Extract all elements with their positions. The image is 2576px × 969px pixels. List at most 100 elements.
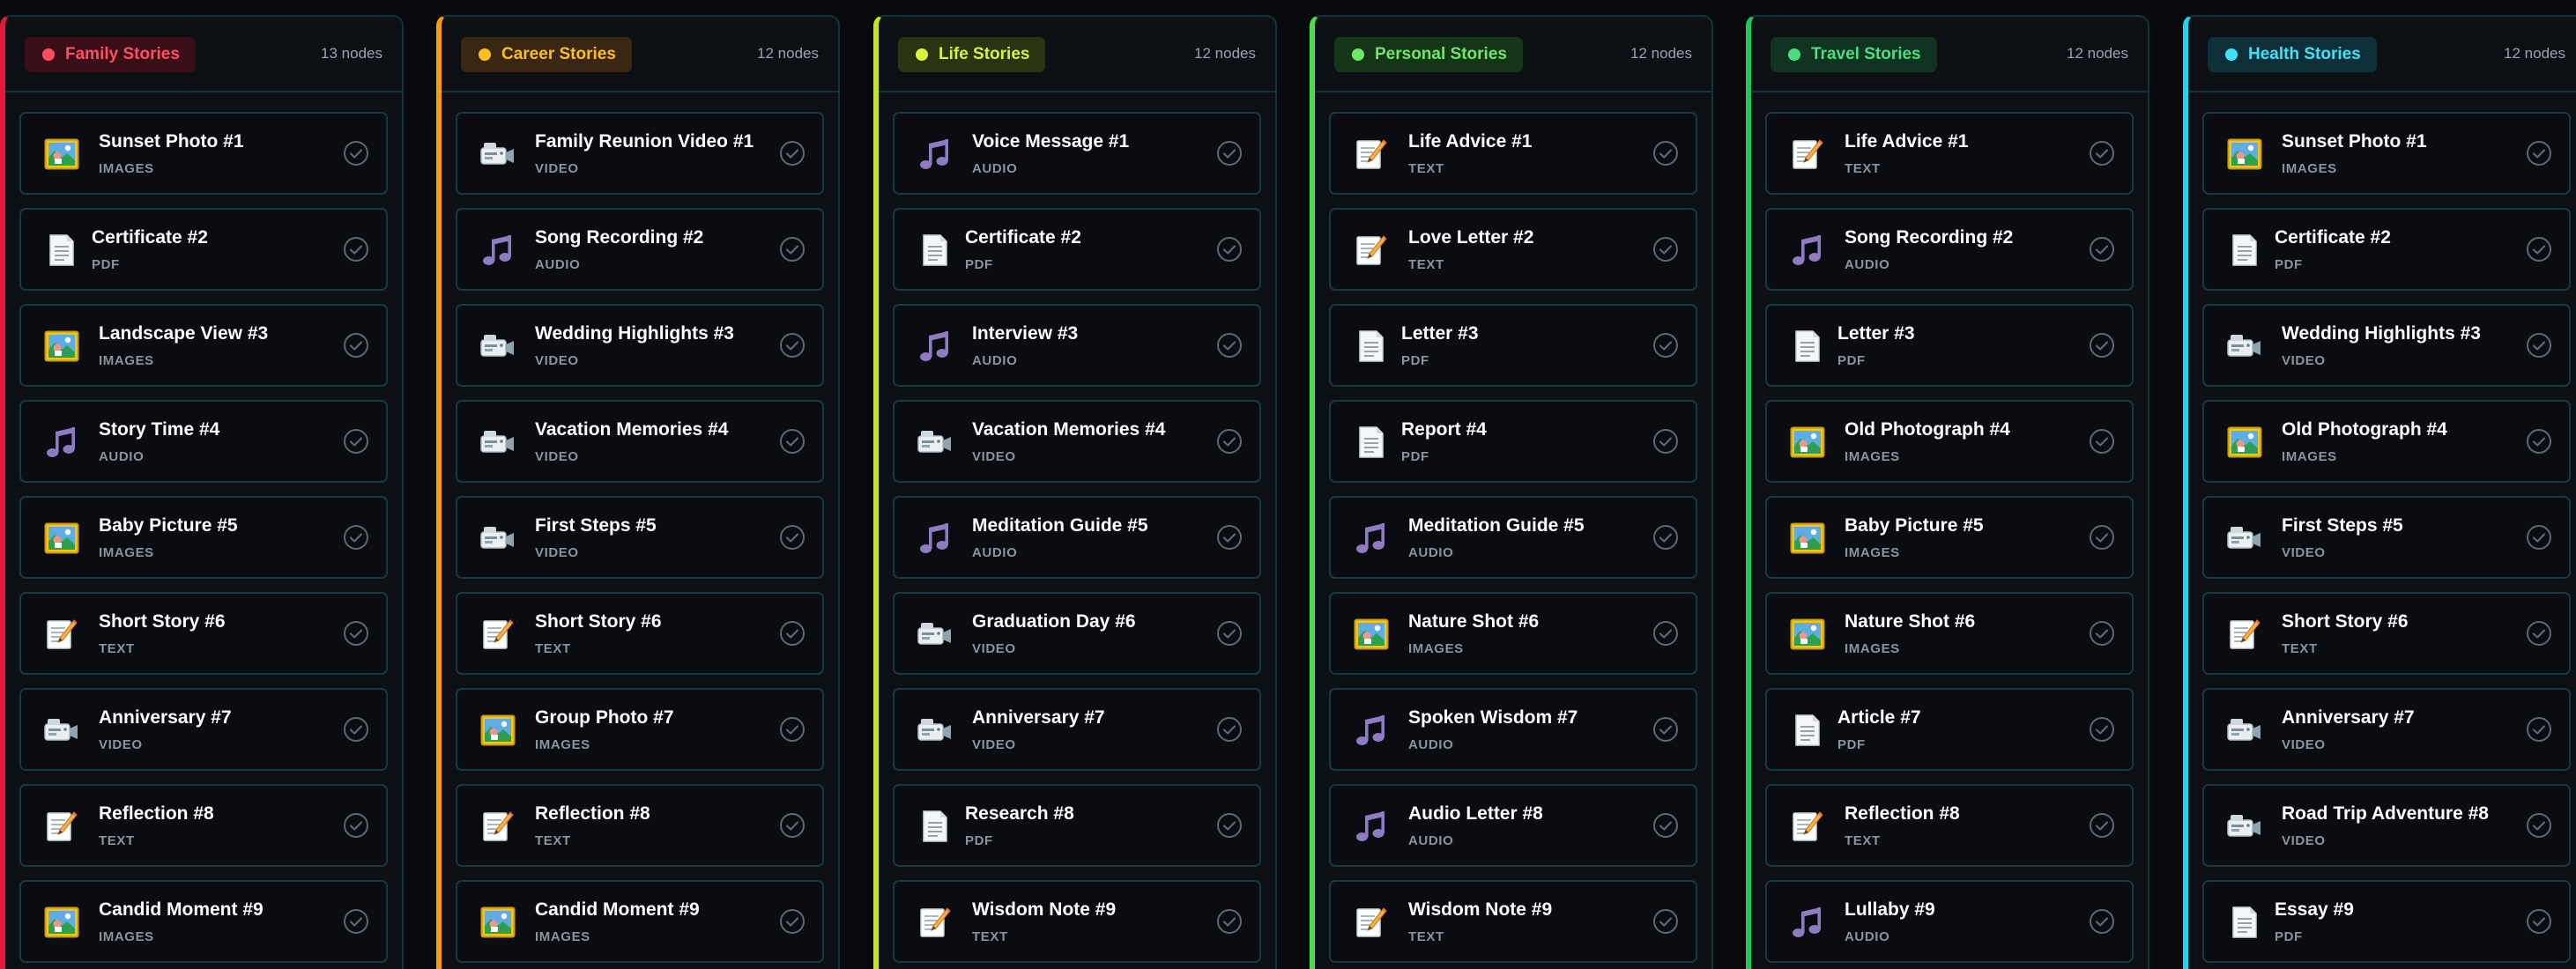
story-node-card[interactable]: Research #8 PDF xyxy=(893,784,1261,867)
check-circle-icon[interactable] xyxy=(2088,235,2116,263)
story-node-card[interactable]: Certificate #2 PDF xyxy=(2202,208,2571,291)
check-circle-icon[interactable] xyxy=(1215,139,1243,167)
story-node-card[interactable]: Anniversary #7 VIDEO xyxy=(19,688,388,771)
check-circle-icon[interactable] xyxy=(2525,427,2553,455)
check-circle-icon[interactable] xyxy=(2088,523,2116,551)
story-node-card[interactable]: Old Photograph #4 IMAGES xyxy=(1765,400,2134,483)
check-circle-icon[interactable] xyxy=(342,907,370,936)
check-circle-icon[interactable] xyxy=(342,523,370,551)
story-node-card[interactable]: Anniversary #7 VIDEO xyxy=(2202,688,2571,771)
check-circle-icon[interactable] xyxy=(2088,715,2116,743)
check-circle-icon[interactable] xyxy=(778,715,806,743)
story-node-card[interactable]: Short Story #6 TEXT xyxy=(2202,592,2571,675)
story-node-card[interactable]: Landscape View #3 IMAGES xyxy=(19,304,388,387)
story-node-card[interactable]: Lullaby #9 AUDIO xyxy=(1765,880,2134,963)
story-node-card[interactable]: Reflection #8 TEXT xyxy=(1765,784,2134,867)
story-node-card[interactable]: Song Recording #2 AUDIO xyxy=(456,208,824,291)
check-circle-icon[interactable] xyxy=(1215,427,1243,455)
story-node-card[interactable]: Meditation Guide #5 AUDIO xyxy=(1329,496,1697,579)
check-circle-icon[interactable] xyxy=(342,427,370,455)
column-title-pill[interactable]: Health Stories xyxy=(2208,37,2377,72)
story-node-card[interactable]: Certificate #2 PDF xyxy=(893,208,1261,291)
story-node-card[interactable]: Interview #3 AUDIO xyxy=(893,304,1261,387)
check-circle-icon[interactable] xyxy=(778,523,806,551)
story-node-card[interactable]: Certificate #2 PDF xyxy=(19,208,388,291)
check-circle-icon[interactable] xyxy=(2525,139,2553,167)
story-node-card[interactable]: Spoken Wisdom #7 AUDIO xyxy=(1329,688,1697,771)
story-node-card[interactable]: Meditation Guide #5 AUDIO xyxy=(893,496,1261,579)
story-node-card[interactable]: Story Time #4 AUDIO xyxy=(19,400,388,483)
story-node-card[interactable]: Candid Moment #9 IMAGES xyxy=(456,880,824,963)
story-node-card[interactable]: Life Advice #1 TEXT xyxy=(1329,112,1697,195)
column-title-pill[interactable]: Personal Stories xyxy=(1334,37,1523,72)
story-node-card[interactable]: Voice Message #1 AUDIO xyxy=(893,112,1261,195)
story-node-card[interactable]: Audio Letter #8 AUDIO xyxy=(1329,784,1697,867)
story-node-card[interactable]: Report #4 PDF xyxy=(1329,400,1697,483)
check-circle-icon[interactable] xyxy=(342,715,370,743)
check-circle-icon[interactable] xyxy=(2088,139,2116,167)
story-node-card[interactable]: Wisdom Note #9 TEXT xyxy=(893,880,1261,963)
story-node-card[interactable]: Family Reunion Video #1 VIDEO xyxy=(456,112,824,195)
check-circle-icon[interactable] xyxy=(778,619,806,647)
check-circle-icon[interactable] xyxy=(2088,811,2116,840)
story-node-card[interactable]: Baby Picture #5 IMAGES xyxy=(1765,496,2134,579)
check-circle-icon[interactable] xyxy=(342,139,370,167)
story-node-card[interactable]: Candid Moment #9 IMAGES xyxy=(19,880,388,963)
check-circle-icon[interactable] xyxy=(2525,619,2553,647)
story-node-card[interactable]: First Steps #5 VIDEO xyxy=(456,496,824,579)
check-circle-icon[interactable] xyxy=(1215,523,1243,551)
story-node-card[interactable]: Group Photo #7 IMAGES xyxy=(456,688,824,771)
check-circle-icon[interactable] xyxy=(342,619,370,647)
story-node-card[interactable]: Vacation Memories #4 VIDEO xyxy=(456,400,824,483)
check-circle-icon[interactable] xyxy=(1652,907,1680,936)
check-circle-icon[interactable] xyxy=(1652,523,1680,551)
check-circle-icon[interactable] xyxy=(2525,715,2553,743)
check-circle-icon[interactable] xyxy=(1652,427,1680,455)
story-node-card[interactable]: Anniversary #7 VIDEO xyxy=(893,688,1261,771)
check-circle-icon[interactable] xyxy=(1215,331,1243,359)
column-title-pill[interactable]: Family Stories xyxy=(25,37,196,72)
check-circle-icon[interactable] xyxy=(778,331,806,359)
story-node-card[interactable]: Essay #9 PDF xyxy=(2202,880,2571,963)
check-circle-icon[interactable] xyxy=(1652,715,1680,743)
story-node-card[interactable]: Nature Shot #6 IMAGES xyxy=(1329,592,1697,675)
column-title-pill[interactable]: Life Stories xyxy=(898,37,1046,72)
story-node-card[interactable]: Letter #3 PDF xyxy=(1765,304,2134,387)
story-node-card[interactable]: Graduation Day #6 VIDEO xyxy=(893,592,1261,675)
check-circle-icon[interactable] xyxy=(1215,907,1243,936)
story-node-card[interactable]: Short Story #6 TEXT xyxy=(19,592,388,675)
story-node-card[interactable]: Vacation Memories #4 VIDEO xyxy=(893,400,1261,483)
check-circle-icon[interactable] xyxy=(2525,331,2553,359)
check-circle-icon[interactable] xyxy=(778,427,806,455)
check-circle-icon[interactable] xyxy=(342,235,370,263)
column-title-pill[interactable]: Career Stories xyxy=(461,37,632,72)
check-circle-icon[interactable] xyxy=(1215,715,1243,743)
story-node-card[interactable]: Song Recording #2 AUDIO xyxy=(1765,208,2134,291)
story-node-card[interactable]: Nature Shot #6 IMAGES xyxy=(1765,592,2134,675)
check-circle-icon[interactable] xyxy=(342,811,370,840)
check-circle-icon[interactable] xyxy=(2088,427,2116,455)
story-node-card[interactable]: Sunset Photo #1 IMAGES xyxy=(19,112,388,195)
story-node-card[interactable]: Love Letter #2 TEXT xyxy=(1329,208,1697,291)
story-node-card[interactable]: Old Photograph #4 IMAGES xyxy=(2202,400,2571,483)
check-circle-icon[interactable] xyxy=(1215,811,1243,840)
check-circle-icon[interactable] xyxy=(2525,811,2553,840)
check-circle-icon[interactable] xyxy=(2525,907,2553,936)
check-circle-icon[interactable] xyxy=(1652,331,1680,359)
story-node-card[interactable]: Letter #3 PDF xyxy=(1329,304,1697,387)
check-circle-icon[interactable] xyxy=(342,331,370,359)
story-node-card[interactable]: Baby Picture #5 IMAGES xyxy=(19,496,388,579)
check-circle-icon[interactable] xyxy=(1652,811,1680,840)
check-circle-icon[interactable] xyxy=(778,811,806,840)
check-circle-icon[interactable] xyxy=(778,235,806,263)
story-node-card[interactable]: Article #7 PDF xyxy=(1765,688,2134,771)
story-node-card[interactable]: Road Trip Adventure #8 VIDEO xyxy=(2202,784,2571,867)
check-circle-icon[interactable] xyxy=(1652,235,1680,263)
check-circle-icon[interactable] xyxy=(2525,235,2553,263)
check-circle-icon[interactable] xyxy=(2088,619,2116,647)
story-node-card[interactable]: Wedding Highlights #3 VIDEO xyxy=(2202,304,2571,387)
check-circle-icon[interactable] xyxy=(778,907,806,936)
check-circle-icon[interactable] xyxy=(2088,331,2116,359)
check-circle-icon[interactable] xyxy=(2525,523,2553,551)
check-circle-icon[interactable] xyxy=(1215,235,1243,263)
